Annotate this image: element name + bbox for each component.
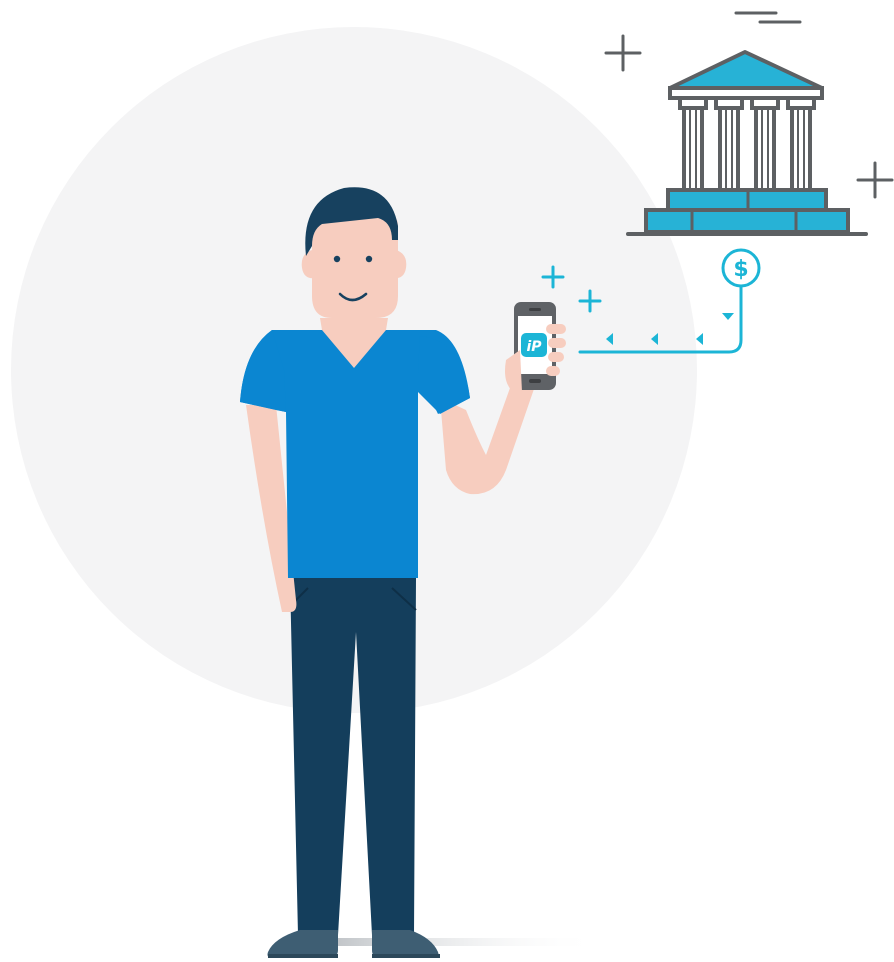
app-logo-text: iP bbox=[526, 339, 542, 355]
face bbox=[312, 214, 398, 318]
plus-icon bbox=[856, 161, 894, 199]
currency-symbol: $ bbox=[733, 257, 748, 282]
right-shoe bbox=[372, 930, 439, 958]
arrow-left-icon bbox=[696, 333, 703, 345]
bank-icon bbox=[626, 50, 868, 236]
pants bbox=[290, 578, 416, 935]
plus-icon bbox=[604, 34, 642, 72]
illustration-canvas: $ iP bbox=[11, 11, 894, 958]
eye-left bbox=[333, 255, 341, 263]
arrow-down-icon bbox=[722, 313, 734, 320]
left-shoe bbox=[267, 930, 338, 958]
dash-icon bbox=[734, 11, 802, 24]
eye-right bbox=[365, 255, 373, 263]
dollar-coin-icon: $ bbox=[721, 248, 761, 288]
